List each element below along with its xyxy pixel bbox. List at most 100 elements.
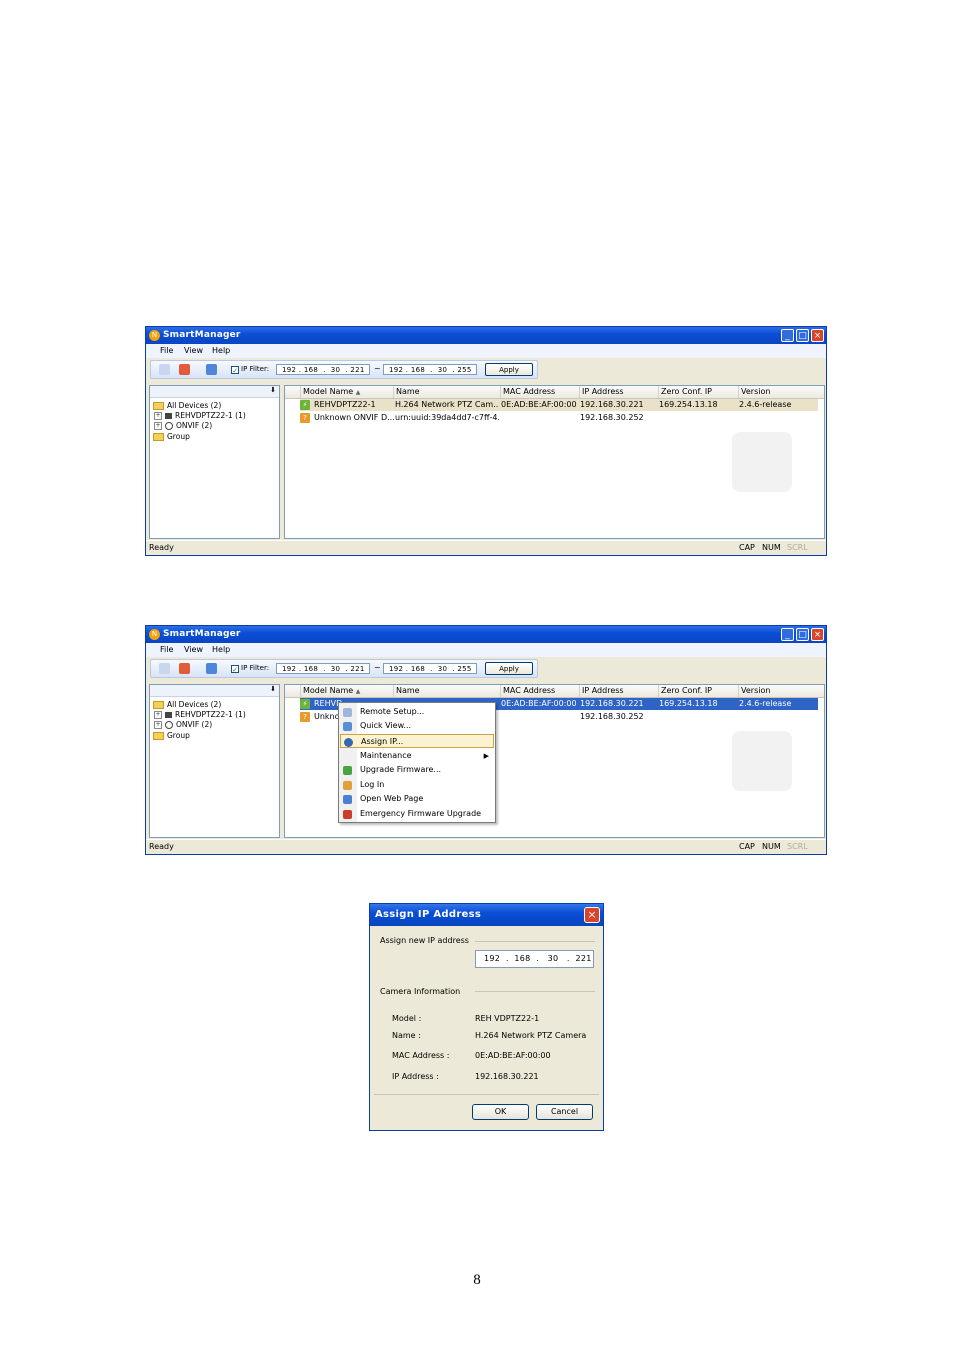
ok-button[interactable]: OK: [472, 1104, 529, 1120]
ip-filter-to-input[interactable]: 192 . 168 . 30 . 255: [383, 364, 477, 375]
device-icon: ⚡: [300, 400, 310, 410]
ip-filter-label: IP Filter:: [241, 664, 270, 672]
quick-view-icon: [343, 722, 352, 731]
col-ip-address[interactable]: IP Address: [579, 685, 658, 697]
ip-filter-from-input[interactable]: 192 . 168 . 30 . 221: [276, 663, 370, 674]
divider: [475, 991, 595, 992]
expand-icon[interactable]: +: [154, 711, 162, 719]
search-add-icon[interactable]: [206, 663, 217, 674]
menu-help[interactable]: Help: [212, 645, 230, 654]
close-button[interactable]: ×: [811, 329, 824, 342]
tree-item-all-devices[interactable]: All Devices (2): [153, 401, 221, 410]
tree-item-rehvdptz[interactable]: + REHVDPTZ22-1 (1): [154, 411, 246, 420]
globe-icon: [344, 738, 353, 747]
col-version[interactable]: Version: [738, 685, 818, 697]
ip-filter-checkbox[interactable]: ✓: [231, 366, 239, 375]
col-zero-conf-ip[interactable]: Zero Conf. IP: [658, 685, 738, 697]
upgrade-icon: [343, 766, 352, 775]
ip-label: IP Address :: [392, 1072, 439, 1081]
table-row[interactable]: ? Unknown ONVIF D... urn:uuid:39da4dd7-c…: [300, 412, 818, 424]
col-zero-conf-ip[interactable]: Zero Conf. IP: [658, 386, 738, 398]
expand-icon[interactable]: +: [154, 412, 162, 420]
ip-filter-from-input[interactable]: 192 . 168 . 30 . 221: [276, 364, 370, 375]
menu-item-open-web-page[interactable]: Open Web Page: [340, 792, 494, 806]
tree-item-group[interactable]: Group: [153, 432, 190, 441]
col-model-name[interactable]: Model Name ▲: [300, 685, 380, 697]
tree-label: ONVIF (2): [176, 720, 213, 729]
dialog-close-button[interactable]: ×: [584, 907, 600, 923]
title-bar[interactable]: N SmartManager _ □ ×: [146, 327, 826, 344]
menu-item-upgrade-firmware[interactable]: Upgrade Firmware...: [340, 763, 494, 777]
maximize-button[interactable]: □: [796, 329, 809, 342]
minimize-button[interactable]: _: [781, 329, 794, 342]
ip-value: 192.168.30.221: [475, 1072, 539, 1081]
app-logo-icon: N: [149, 629, 160, 640]
new-ip-input[interactable]: 192 . 168 . 30 . 221: [475, 950, 594, 968]
col-ip-address[interactable]: IP Address: [579, 386, 658, 398]
pin-icon[interactable]: ⬇: [270, 685, 276, 693]
tree-item-all-devices[interactable]: All Devices (2): [153, 700, 221, 709]
minimize-button[interactable]: _: [781, 628, 794, 641]
divider: [374, 1094, 599, 1095]
status-scrl: SCRL: [787, 842, 808, 851]
col-name[interactable]: Name: [393, 685, 500, 697]
search-add-icon[interactable]: [206, 364, 217, 375]
menu-view[interactable]: View: [184, 346, 203, 355]
tree-item-onvif[interactable]: + ONVIF (2): [154, 421, 212, 430]
menu-item-assign-ip[interactable]: Assign IP...: [340, 734, 494, 748]
start-icon[interactable]: [159, 663, 170, 674]
col-mac-address[interactable]: MAC Address: [500, 386, 579, 398]
menu-view[interactable]: View: [184, 645, 203, 654]
assign-ip-dialog: Assign IP Address × Assign new IP addres…: [369, 903, 604, 1131]
search-stop-icon[interactable]: [179, 663, 190, 674]
tree-item-rehvdptz[interactable]: + REHVDPTZ22-1 (1): [154, 710, 246, 719]
cell-ip: 192.168.30.252: [580, 712, 644, 721]
pin-icon[interactable]: ⬇: [270, 386, 276, 394]
menu-item-remote-setup[interactable]: Remote Setup...: [340, 705, 494, 719]
menu-item-quick-view[interactable]: Quick View...: [340, 719, 494, 733]
ip-range-separator: ~: [374, 663, 381, 672]
model-label: Model :: [392, 1014, 422, 1023]
menu-item-maintenance[interactable]: Maintenance ▶: [340, 749, 494, 763]
expand-icon[interactable]: +: [154, 422, 162, 430]
menu-item-log-in[interactable]: Log In: [340, 778, 494, 792]
col-model-name[interactable]: Model Name ▲: [300, 386, 380, 398]
status-bar: Ready CAP NUM SCRL: [146, 540, 826, 555]
ip-filter-checkbox[interactable]: ✓: [231, 665, 239, 674]
col-mac-address[interactable]: MAC Address: [500, 685, 579, 697]
camera-info-label: Camera Information: [380, 987, 461, 996]
cell-zeroconf: 169.254.13.18: [659, 400, 718, 409]
menu-file[interactable]: File: [160, 645, 173, 654]
apply-button[interactable]: Apply: [485, 662, 533, 675]
expand-icon[interactable]: +: [154, 721, 162, 729]
apply-button[interactable]: Apply: [485, 363, 533, 376]
cell-model: Unknown ONVIF D...: [314, 413, 394, 422]
user-icon: [343, 781, 352, 790]
status-scrl: SCRL: [787, 543, 808, 552]
start-icon[interactable]: [159, 364, 170, 375]
search-stop-icon[interactable]: [179, 364, 190, 375]
ip-filter-to-input[interactable]: 192 . 168 . 30 . 255: [383, 663, 477, 674]
tree-item-group[interactable]: Group: [153, 731, 190, 740]
toolbar: ✓ IP Filter: 192 . 168 . 30 . 221 ~ 192 …: [150, 360, 538, 379]
cancel-button[interactable]: Cancel: [536, 1104, 593, 1120]
title-bar[interactable]: N SmartManager _ □ ×: [146, 626, 826, 643]
device-tree: ⬇ All Devices (2) + REHVDPTZ22-1 (1) + ONV…: [149, 385, 280, 539]
maximize-button[interactable]: □: [796, 628, 809, 641]
menu-file[interactable]: File: [160, 346, 173, 355]
col-name[interactable]: Name: [393, 386, 500, 398]
folder-icon: [153, 433, 164, 441]
folder-icon: [153, 402, 164, 410]
table-row[interactable]: ⚡ REHVDPTZ22-1 H.264 Network PTZ Cam... …: [300, 399, 818, 411]
dialog-title-bar[interactable]: Assign IP Address ×: [370, 904, 603, 926]
tree-item-onvif[interactable]: + ONVIF (2): [154, 720, 212, 729]
folder-icon: [153, 701, 164, 709]
col-version[interactable]: Version: [738, 386, 818, 398]
menu-help[interactable]: Help: [212, 346, 230, 355]
cell-name: urn:uuid:39da4dd7-c7ff-4...: [395, 413, 499, 422]
close-button[interactable]: ×: [811, 628, 824, 641]
menu-item-emergency-firmware-upgrade[interactable]: Emergency Firmware Upgrade: [340, 807, 494, 821]
cell-version: 2.4.6-release: [739, 400, 792, 409]
tree-label: REHVDPTZ22-1 (1): [175, 411, 246, 420]
tree-header: ⬇: [150, 386, 279, 398]
